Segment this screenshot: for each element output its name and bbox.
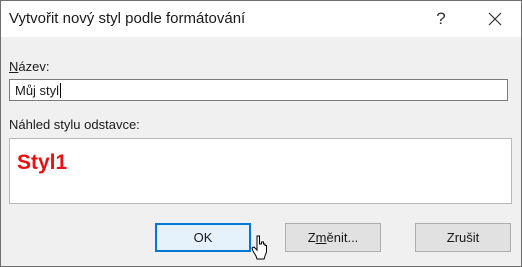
style-name-value: Můj styl	[15, 82, 60, 98]
name-label: Název:	[9, 59, 50, 74]
help-icon: ?	[436, 9, 446, 28]
style-preview-box: Styl1	[9, 138, 512, 204]
style-name-input[interactable]: Můj styl	[9, 79, 508, 101]
modify-button-label: Změnit...	[307, 230, 359, 245]
title-bar: Vytvořit nový styl podle formátování ?	[1, 1, 521, 37]
dialog-title: Vytvořit nový styl podle formátování	[9, 10, 246, 27]
preview-sample-text: Styl1	[17, 151, 68, 174]
preview-label: Náhled stylu odstavce:	[9, 117, 140, 132]
ok-button[interactable]: OK	[155, 223, 251, 252]
modify-button[interactable]: Změnit...	[285, 223, 381, 252]
cancel-button[interactable]: Zrušit	[415, 223, 511, 252]
close-button[interactable]	[475, 3, 515, 35]
help-button[interactable]: ?	[421, 3, 461, 35]
cancel-button-label: Zrušit	[446, 230, 480, 245]
close-icon	[488, 12, 502, 26]
text-caret	[60, 82, 62, 98]
ok-button-label: OK	[193, 230, 213, 245]
